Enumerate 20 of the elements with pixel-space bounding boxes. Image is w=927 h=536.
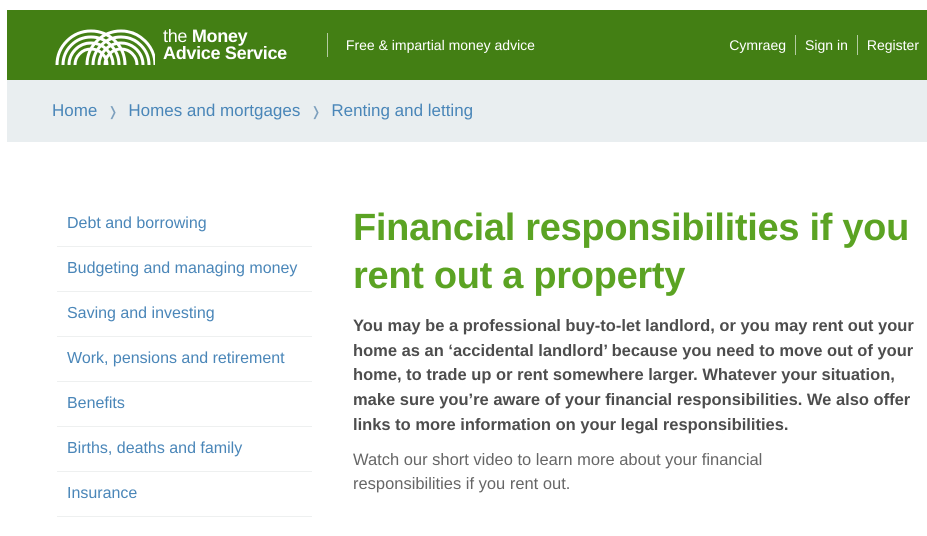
body-paragraph: Watch our short video to learn more about your financial responsibilities if you rent out.: [353, 450, 764, 496]
sidebar-link[interactable]: Debt and borrowing: [67, 212, 302, 235]
intro-paragraph: You may be a professional buy-to-let landlord, or you may rent out your home as an ‘accidental landlord’ because you need to move out of your home, to trade up or rent somewhere larger. Whatever your situation, make sure you’re aware of your financial responsibilities. We also offer links to more information on your legal responsibilities.: [353, 316, 915, 436]
sidebar-link[interactable]: Insurance: [67, 482, 302, 505]
sidebar-link[interactable]: Budgeting and managing money: [67, 257, 302, 280]
tagline: Free & impartial money advice: [326, 33, 535, 57]
sidebar-link[interactable]: Births, deaths and family: [67, 437, 302, 460]
breadcrumb-link[interactable]: Home: [52, 101, 98, 121]
sidebar-link[interactable]: Benefits: [67, 392, 302, 415]
logo-text[interactable]: the Money Advice Service: [163, 28, 287, 62]
breadcrumb-link[interactable]: Renting and letting: [331, 101, 474, 121]
header-link[interactable]: Register: [856, 35, 919, 55]
breadcrumb-link[interactable]: Homes and mortgages: [128, 101, 300, 121]
sidebar-link[interactable]: Saving and investing: [67, 302, 302, 325]
chevron-icon: ❭: [310, 104, 322, 118]
page-title: Financial responsibilities if you rent out a property: [353, 206, 910, 299]
chevron-icon: ❭: [107, 104, 118, 118]
header-link[interactable]: Cymraeg: [720, 35, 796, 55]
sidebar-link[interactable]: Work, pensions and retirement: [67, 347, 302, 370]
header-link[interactable]: Sign in: [795, 35, 857, 55]
